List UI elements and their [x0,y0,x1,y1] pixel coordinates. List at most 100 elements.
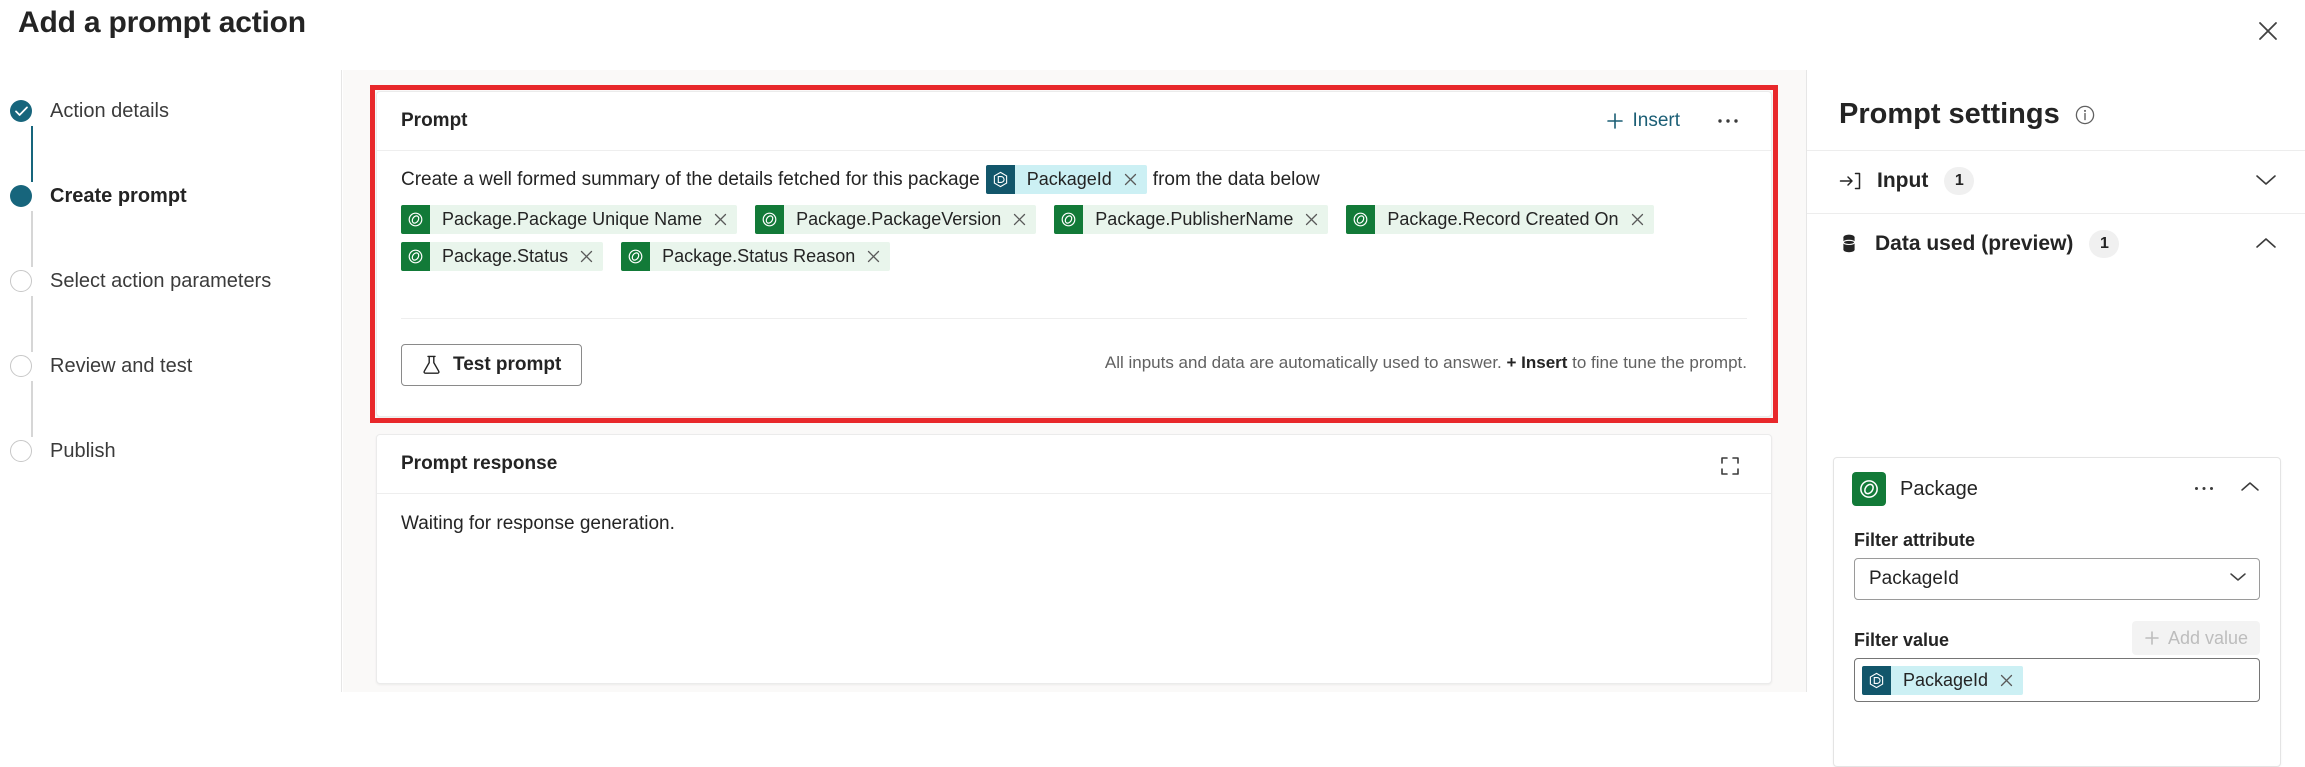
close-button[interactable] [2245,8,2291,54]
flask-icon [423,355,440,374]
token-chip-package-unique-name[interactable]: Package.Package Unique Name [401,205,738,234]
filter-value-field[interactable]: PackageId [1854,658,2260,702]
token-chip-label: Package.Package Unique Name [442,209,703,229]
sidebar-item-action-details[interactable]: Action details [10,96,169,126]
test-prompt-button[interactable]: Test prompt [401,344,583,386]
test-prompt-label: Test prompt [453,354,562,375]
filter-value-remove-button[interactable] [1998,674,2023,687]
main-content: Prompt Insert Create a well formed summa… [343,70,1806,692]
sidebar-item-label: Select action parameters [50,269,272,292]
filter-attribute-select[interactable]: PackageId [1854,558,2260,600]
token-remove-button[interactable] [1303,213,1328,226]
table-icon [401,205,430,234]
step-connector [31,126,33,182]
prompt-settings-panel: Prompt settings Input 1 Data used (previ… [1806,70,2305,767]
token-chip-publishername[interactable]: Package.PublisherName [1054,205,1329,234]
info-icon[interactable] [2074,104,2096,126]
sidebar-item-select-action-parameters[interactable]: Select action parameters [10,266,271,296]
close-icon [2259,22,2277,40]
step-connector [31,381,33,437]
check-icon [14,106,28,116]
token-remove-button[interactable] [1629,213,1654,226]
add-value-button[interactable]: Add value [2131,621,2260,655]
table-icon [1354,212,1368,227]
prompt-more-button[interactable] [1711,106,1745,136]
wizard-rail: Action details Create prompt Select acti… [0,70,342,692]
prompt-response-title: Prompt response [401,453,558,474]
sidebar-item-label: Create prompt [50,184,187,207]
connector-icon [985,165,1015,194]
chevron-up-icon [2241,482,2259,491]
step-status-icon [10,270,32,292]
token-chip-label: PackageId [1026,169,1112,189]
token-remove-button[interactable] [712,213,737,226]
settings-section-input[interactable]: Input 1 [1807,151,2305,213]
chevron-down-icon [2229,570,2247,588]
close-icon [1014,213,1026,226]
filter-value-token-label: PackageId [1903,669,1989,690]
table-icon [755,205,785,234]
token-chip-label: Package.Status [442,246,569,266]
prompt-settings-title: Prompt settings [1839,98,2060,130]
token-chip-label: Package.PublisherName [1095,209,1294,229]
sidebar-item-label: Action details [50,99,169,122]
data-source-name: Package [1900,478,1978,500]
insert-button[interactable]: Insert [1600,107,1686,135]
prompt-settings-header: Prompt settings [1839,98,2096,131]
step-status-icon [10,355,32,377]
settings-section-data-used-inner: Data used (preview) 1 [1839,230,2277,258]
filter-value-token[interactable]: PackageId [1862,665,2024,695]
sidebar-item-create-prompt[interactable]: Create prompt [10,181,187,211]
sidebar-item-review-and-test[interactable]: Review and test [10,351,192,381]
step-connector [31,211,33,267]
token-remove-button[interactable] [1122,173,1147,186]
table-icon [408,249,423,264]
prompt-line-1: Create a well formed summary of the deta… [401,165,1751,194]
chevron-down-icon [2230,573,2246,581]
table-icon [1054,205,1084,234]
close-icon [715,213,727,226]
token-chip-status[interactable]: Package.Status [401,242,604,271]
settings-section-input-inner: Input 1 [1839,167,2277,195]
table-icon [762,212,777,227]
prompt-response-body: Waiting for response generation. [401,513,675,534]
plus-icon [1607,113,1624,129]
settings-section-badge: 1 [2089,230,2120,258]
filter-value-label: Filter value [1854,630,1950,650]
prompt-card: Prompt Insert Create a well formed summa… [376,91,1772,417]
expand-icon [1721,457,1739,475]
data-source-collapse-button[interactable] [2240,480,2260,498]
window-header: Add a prompt action [0,0,2305,70]
step-connector [31,296,33,352]
token-chip-label: Package.Record Created On [1387,209,1619,229]
prompt-response-header: Prompt response [377,435,1771,494]
settings-section-data-used[interactable]: Data used (preview) 1 [1807,214,2305,276]
divider [401,318,1747,319]
prompt-token-row-2: Package.Status Package.Status Reason [401,242,908,271]
data-source-more-button[interactable] [2188,472,2220,504]
filter-attribute-value: PackageId [1869,568,1959,589]
chevron-down-icon[interactable] [2255,173,2277,192]
prompt-static-text-before: Create a well formed summary of the deta… [401,168,980,190]
token-remove-button[interactable] [1011,213,1036,226]
plus-icon [2145,631,2159,645]
token-chip-status-reason[interactable]: Package.Status Reason [621,242,891,271]
database-icon [1839,233,1859,255]
step-status-icon [10,440,32,462]
helper-bold: + Insert [1506,353,1568,372]
token-chip-packageid[interactable]: PackageId [985,165,1147,194]
sidebar-item-label: Review and test [50,354,193,377]
sidebar-item-publish[interactable]: Publish [10,436,116,466]
table-icon [408,212,423,227]
prompt-static-text-after: from the data below [1152,168,1320,190]
settings-section-label: Data used (preview) [1875,232,2074,255]
token-remove-button[interactable] [865,250,890,263]
token-remove-button[interactable] [578,250,603,263]
close-icon [1306,213,1318,226]
expand-response-button[interactable] [1715,451,1745,481]
token-chip-record-created-on[interactable]: Package.Record Created On [1346,205,1654,234]
chevron-up-icon[interactable] [2255,236,2277,255]
token-chip-packageversion[interactable]: Package.PackageVersion [755,205,1037,234]
ellipsis-icon [2195,486,2213,490]
prompt-token-row-1: Package.Package Unique Name Package.Pack… [401,205,1672,234]
